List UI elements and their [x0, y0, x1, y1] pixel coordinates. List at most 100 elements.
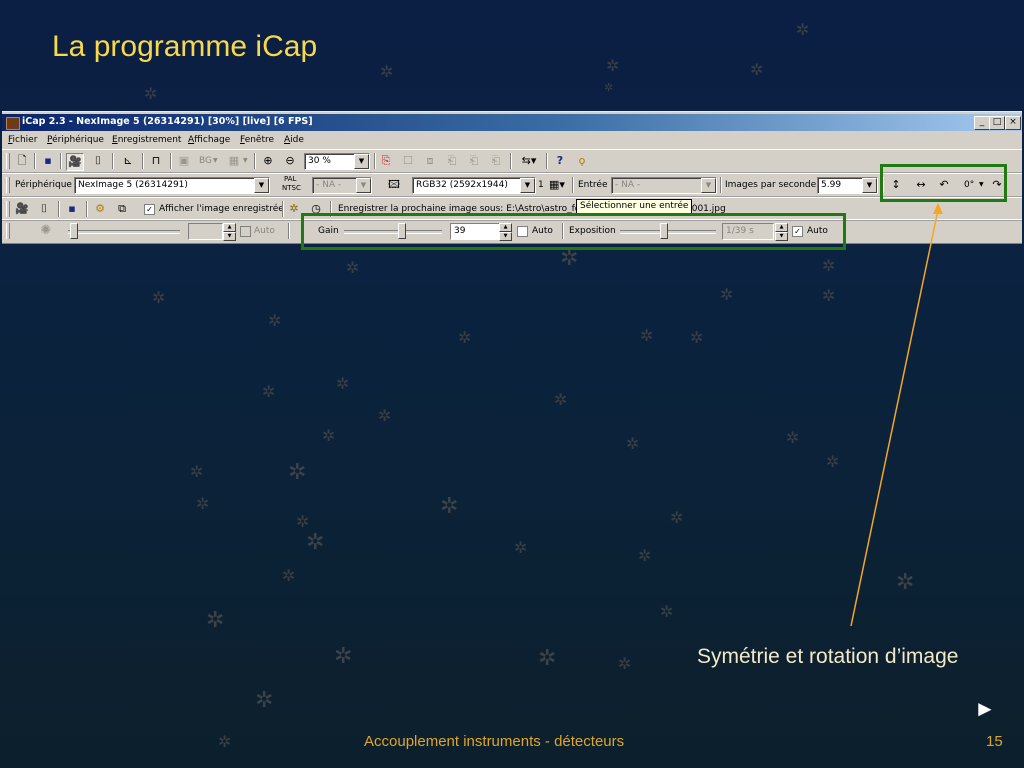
toolbar-grip[interactable]	[6, 223, 10, 239]
grid-icon: ▦	[228, 154, 240, 167]
minimize-button[interactable]: _	[974, 116, 990, 130]
overlay-icon: ▣	[178, 154, 190, 167]
separator	[112, 153, 114, 169]
menu-bar: Fichier Périphérique Enregistrement Affi…	[2, 133, 1022, 148]
binning-grid-icon[interactable]: ▦▾	[545, 177, 569, 193]
symmetry-rotation-highlight	[880, 164, 1007, 202]
video-norm-select: - NA - ▼	[312, 177, 372, 194]
page-number: 15	[986, 733, 1003, 750]
separator	[288, 223, 290, 239]
live-camera-icon[interactable]: 🎥	[66, 153, 84, 171]
trigger-icon[interactable]: ⊓	[148, 153, 164, 169]
properties-icon: ☐	[403, 154, 413, 167]
new-document-icon[interactable]: 🗋	[14, 153, 30, 169]
fps-select[interactable]: 5.99 ▼	[817, 177, 878, 194]
binning-value: 1	[538, 180, 544, 190]
toolbar-grip[interactable]	[6, 201, 10, 217]
separator	[510, 153, 512, 169]
menu-peripherique[interactable]: Périphérique	[47, 135, 104, 145]
tooltip: Sélectionner une entrée	[576, 199, 693, 214]
device-label: Périphérique	[15, 180, 72, 190]
main-toolbar: 🗋 ▪ 🎥 ⌷ ⊾ ⊓ ▣ BG ▼ ▦ ▼ ⊕ ⊖ 30 % ▼ ⎘ ☐ ⧈ …	[2, 149, 1022, 173]
separator	[282, 201, 284, 217]
app-icon	[6, 117, 20, 130]
zoom-out-icon[interactable]: ⊖	[282, 153, 298, 169]
separator	[374, 153, 376, 169]
chevron-down-icon: ▼	[243, 157, 248, 164]
close-button[interactable]: ×	[1005, 116, 1021, 130]
brightness-auto-checkbox	[240, 226, 251, 237]
menu-fenetre[interactable]: Fenêtre	[240, 135, 274, 145]
tip-icon[interactable]: ϙ	[574, 153, 590, 169]
input-select: - NA - ▼	[611, 177, 717, 194]
live-camera-icon[interactable]: 🎥	[14, 201, 30, 217]
video-norm-value: - NA -	[316, 180, 342, 190]
chevron-down-icon: ▼	[701, 178, 716, 193]
chevron-down-icon[interactable]: ▼	[862, 178, 877, 193]
chevron-down-icon: ▼	[356, 178, 371, 193]
footer-text: Accouplement instruments - détecteurs	[364, 733, 625, 750]
toolbar-grip[interactable]	[6, 153, 10, 169]
format-value: RGB32 (2592x1944)	[416, 180, 508, 190]
brightness-spinner: ▲ ▼	[223, 223, 236, 241]
device-select[interactable]: NexImage 5 (26314291) ▼	[74, 177, 270, 194]
input-value: - NA -	[615, 180, 641, 190]
chevron-down-icon[interactable]: ▼	[254, 178, 269, 193]
separator	[60, 153, 62, 169]
save-icon[interactable]: ▪	[64, 201, 80, 217]
menu-enregistrement[interactable]: Enregistrement	[112, 135, 181, 145]
chevron-down-icon[interactable]: ▼	[354, 154, 369, 169]
export-icon: ⎗	[469, 154, 479, 167]
brightness-value-field	[188, 223, 223, 240]
help-icon[interactable]: ?	[552, 153, 568, 169]
toolbar-grip[interactable]	[6, 177, 10, 193]
frame-icon: ⧈	[426, 154, 434, 167]
window-titlebar[interactable]: iCap 2.3 - NexImage 5 (26314291) [30%] […	[2, 114, 1022, 131]
spin-up-icon: ▲	[223, 223, 236, 232]
input-label: Entrée	[578, 180, 608, 190]
format-select[interactable]: RGB32 (2592x1944) ▼	[412, 177, 536, 194]
brightness-slider-thumb	[70, 223, 78, 239]
menu-aide[interactable]: Aide	[284, 135, 304, 145]
snapshot-icon[interactable]: ⌷	[90, 153, 106, 169]
show-saved-label: Afficher l'image enregistrée	[159, 204, 284, 214]
separator	[254, 153, 256, 169]
separator	[58, 201, 60, 217]
layout-icon[interactable]: ⇆▾	[516, 153, 542, 169]
format-icon[interactable]: 🖾	[386, 177, 402, 193]
separator	[34, 153, 36, 169]
histogram-icon[interactable]: ⊾	[120, 153, 136, 169]
brightness-auto-label: Auto	[254, 226, 275, 236]
menu-fichier[interactable]: Fichier	[8, 135, 37, 145]
fps-label: Images par seconde	[725, 180, 817, 190]
save-icon[interactable]: ▪	[40, 153, 56, 169]
zoom-select[interactable]: 30 % ▼	[304, 153, 370, 170]
maximize-button[interactable]: □	[989, 116, 1005, 130]
chevron-down-icon[interactable]: ▼	[520, 178, 535, 193]
bg-label: BG	[199, 156, 212, 166]
spin-down-icon: ▼	[223, 232, 236, 241]
separator	[572, 177, 574, 193]
next-slide-arrow[interactable]: ►	[974, 698, 996, 720]
zoom-in-icon[interactable]: ⊕	[260, 153, 276, 169]
separator	[142, 153, 144, 169]
sequence-icon[interactable]: ⧉	[114, 201, 130, 217]
gain-exposure-highlight	[301, 213, 846, 250]
pal-label: PAL	[284, 175, 297, 183]
export-icon: ⎗	[447, 154, 457, 167]
chevron-down-icon: ▼	[213, 157, 218, 164]
callout-text: Symétrie et rotation d’image	[697, 645, 959, 668]
separator	[546, 153, 548, 169]
ntsc-label: NTSC	[282, 184, 301, 192]
device-toolbar: Périphérique NexImage 5 (26314291) ▼ PAL…	[2, 173, 1022, 197]
snapshot-icon[interactable]: ⌷	[36, 201, 52, 217]
filename-settings-icon[interactable]: ✲	[286, 201, 302, 217]
zoom-value: 30 %	[308, 156, 331, 166]
window-title: iCap 2.3 - NexImage 5 (26314291) [30%] […	[22, 116, 313, 127]
show-saved-checkbox[interactable]: ✓	[144, 204, 155, 215]
menu-affichage[interactable]: Affichage	[188, 135, 230, 145]
separator	[170, 153, 172, 169]
capture-settings-icon[interactable]: ⚙	[92, 201, 108, 217]
brightness-icon: ✺	[40, 223, 52, 238]
device-settings-icon[interactable]: ⎘	[378, 153, 394, 169]
